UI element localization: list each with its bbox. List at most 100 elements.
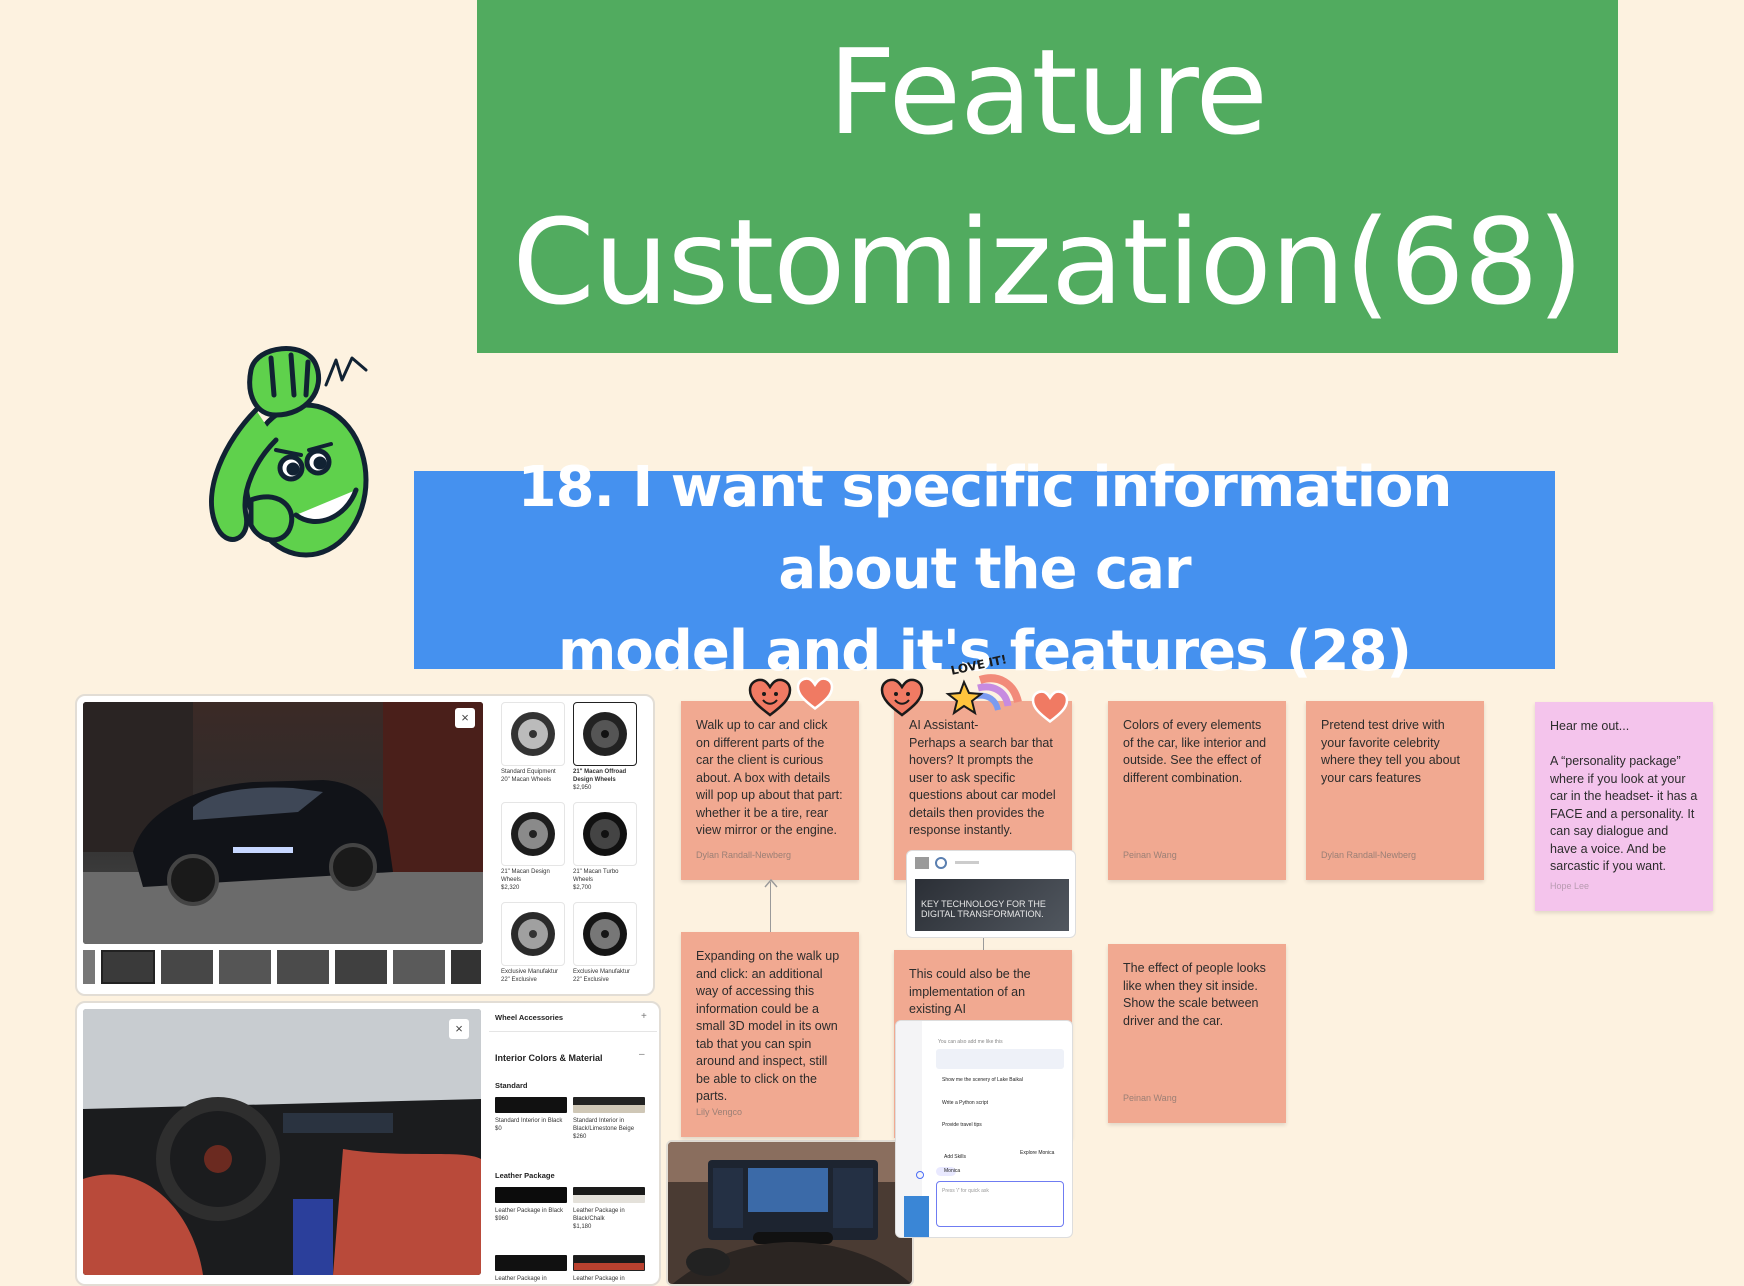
wheel-icon (583, 812, 627, 856)
sticky-expanding[interactable]: Expanding on the walk up and click: an a… (681, 932, 859, 1137)
bmw-logo-icon (935, 857, 947, 869)
configurator-interior-screenshot[interactable]: × Wheel Accessories + Interior Colors & … (75, 1001, 661, 1286)
wheel-icon (511, 812, 555, 856)
wheel-label: 21" Macan Design Wheels $2,320 (501, 869, 550, 891)
heart-icon (1031, 690, 1069, 724)
thumbnail[interactable] (219, 950, 271, 984)
sticky-text: Pretend test drive with your favorite ce… (1321, 718, 1464, 785)
chat-suggestion[interactable]: Write a Python script (942, 1100, 988, 1106)
thumbnail[interactable] (335, 950, 387, 984)
chat-hint: You can also add me like this (938, 1039, 1003, 1045)
question-line-1: 18. I want specific information about th… (517, 455, 1453, 602)
connector-line (770, 882, 771, 932)
swatch-leather-chalk[interactable] (573, 1187, 645, 1203)
wheel-label: Exclusive Manufaktur 22" Exclusive (573, 969, 631, 983)
sticky-colors[interactable]: Colors of every elements of the car, lik… (1108, 701, 1286, 880)
header-text-placeholder (955, 861, 979, 864)
configurator-exterior-screenshot[interactable]: × Standard Equipment 20" Macan Wheels 21"… (75, 694, 655, 996)
chat-suggestion[interactable]: Show me the scenery of Lake Baikal (942, 1077, 1023, 1083)
bmw-hero-banner: KEY TECHNOLOGY FOR THE DIGITAL TRANSFORM… (915, 879, 1069, 931)
wheel-option[interactable] (501, 902, 565, 966)
wheel-icon (511, 712, 555, 756)
sticky-text: Colors of every elements of the car, lik… (1123, 718, 1270, 785)
swatch-leather-black[interactable] (495, 1187, 567, 1203)
sticky-test-drive[interactable]: Pretend test drive with your favorite ce… (1306, 701, 1484, 880)
interior-section-title[interactable]: Interior Colors & Material (495, 1053, 603, 1063)
sticky-author: Peinan Wang (1123, 1092, 1177, 1103)
sticky-author: Peinan Wang (1123, 849, 1177, 860)
car-interior-illustration (83, 1009, 481, 1275)
thumbnail[interactable] (161, 950, 213, 984)
wheel-label: Standard Equipment 20" Macan Wheels (501, 769, 556, 783)
car-exterior-photo: × (83, 702, 483, 944)
collapse-minus-icon[interactable]: – (639, 1049, 645, 1060)
wheel-icon (583, 912, 627, 956)
swatch-label: Standard Interior in Black/Limestone Bei… (573, 1118, 635, 1140)
bmw-logo-icon (915, 857, 929, 869)
wheel-option-selected[interactable] (573, 702, 637, 766)
explore-monica-link[interactable]: Explore Monica (1020, 1150, 1054, 1156)
thumbnail[interactable] (451, 950, 481, 984)
thinking-mascot-sticker (209, 346, 369, 558)
wheel-label: 21" Macan Offroad Design Wheels $2,950 (573, 769, 627, 791)
arrow-up-icon (764, 878, 778, 888)
ai-chat-screenshot[interactable]: You can also add me like this Show me th… (895, 1020, 1073, 1238)
connector-line (983, 938, 984, 950)
thumbnail[interactable] (83, 950, 95, 984)
sticky-text: This could also be the implementation of… (909, 967, 1035, 1016)
swatch-black-beige[interactable] (573, 1097, 645, 1113)
thumbnail[interactable] (393, 950, 445, 984)
title-line-2: Customization(68) (512, 192, 1583, 331)
bmw-article-card[interactable]: KEY TECHNOLOGY FOR THE DIGITAL TRANSFORM… (906, 850, 1076, 938)
vr-home-illustration (668, 1142, 912, 1284)
wheel-label: 21" Macan Turbo Wheels $2,700 (573, 869, 619, 891)
smiley-heart-icon (880, 678, 924, 717)
sticky-author: Lily Vengco (696, 1106, 743, 1117)
sticky-text: AI Assistant- Perhaps a search bar that … (909, 718, 1056, 837)
sticky-text: The effect of people looks like when the… (1123, 961, 1270, 1028)
monica-avatar-icon (916, 1171, 924, 1179)
close-icon[interactable]: × (449, 1019, 469, 1039)
heart-icon (796, 677, 834, 711)
swatch-label: Leather Package in Black/Chalk $1,180 (573, 1208, 625, 1230)
sticky-walk-up[interactable]: Walk up to car and click on different pa… (681, 701, 859, 880)
wheel-option[interactable] (501, 802, 565, 866)
chat-suggestion[interactable]: Provide travel tips (942, 1122, 982, 1128)
thumbnail-selected[interactable] (101, 950, 155, 984)
add-skills-button[interactable]: Add Skills (944, 1154, 966, 1160)
swatch-black[interactable] (495, 1097, 567, 1113)
wheel-accessories-header[interactable]: Wheel Accessories (495, 1013, 563, 1022)
wheel-option[interactable] (573, 802, 637, 866)
chat-user-name: Monica (944, 1168, 961, 1174)
close-icon[interactable]: × (455, 708, 475, 728)
thumbnail[interactable] (277, 950, 329, 984)
swatch-leather-more[interactable] (495, 1255, 567, 1271)
smiley-heart-icon (748, 678, 792, 717)
wheel-option[interactable] (573, 902, 637, 966)
love-it-star-sticker: LOVE IT! (945, 652, 1022, 716)
wheel-icon (583, 712, 627, 756)
swatch-leather-red[interactable] (573, 1255, 645, 1271)
swatch-label: Leather Package in (573, 1276, 625, 1282)
expand-plus-icon[interactable]: + (641, 1011, 647, 1022)
sticky-author: Hope Lee (1550, 880, 1590, 891)
leather-label: Leather Package (495, 1171, 555, 1180)
swatch-label: Standard Interior in Black $0 (495, 1118, 563, 1132)
section-title: Feature Customization(68) (512, 7, 1583, 347)
standard-label: Standard (495, 1081, 528, 1090)
wheel-icon (511, 912, 555, 956)
sticky-personality[interactable]: Hear me out... A “personality package” w… (1535, 702, 1713, 911)
vr-peek-tile (904, 1196, 929, 1237)
sticky-author: Dylan Randall-Newberg (696, 849, 792, 860)
chat-input-placeholder: Press '/' for quick ask (942, 1188, 989, 1194)
car-interior-photo: × (83, 1009, 481, 1275)
sticky-author: Dylan Randall-Newberg (1321, 849, 1417, 860)
swatch-label: Leather Package in (495, 1276, 547, 1282)
thumbnail-strip[interactable] (83, 950, 483, 984)
wheel-option[interactable] (501, 702, 565, 766)
sticky-people-looks[interactable]: The effect of people looks like when the… (1108, 944, 1286, 1123)
sticky-text: Expanding on the walk up and click: an a… (696, 949, 843, 1103)
sticky-text: Walk up to car and click on different pa… (696, 718, 847, 837)
vr-home-screenshot[interactable] (666, 1140, 914, 1286)
section-title-banner: Feature Customization(68) (477, 0, 1618, 353)
